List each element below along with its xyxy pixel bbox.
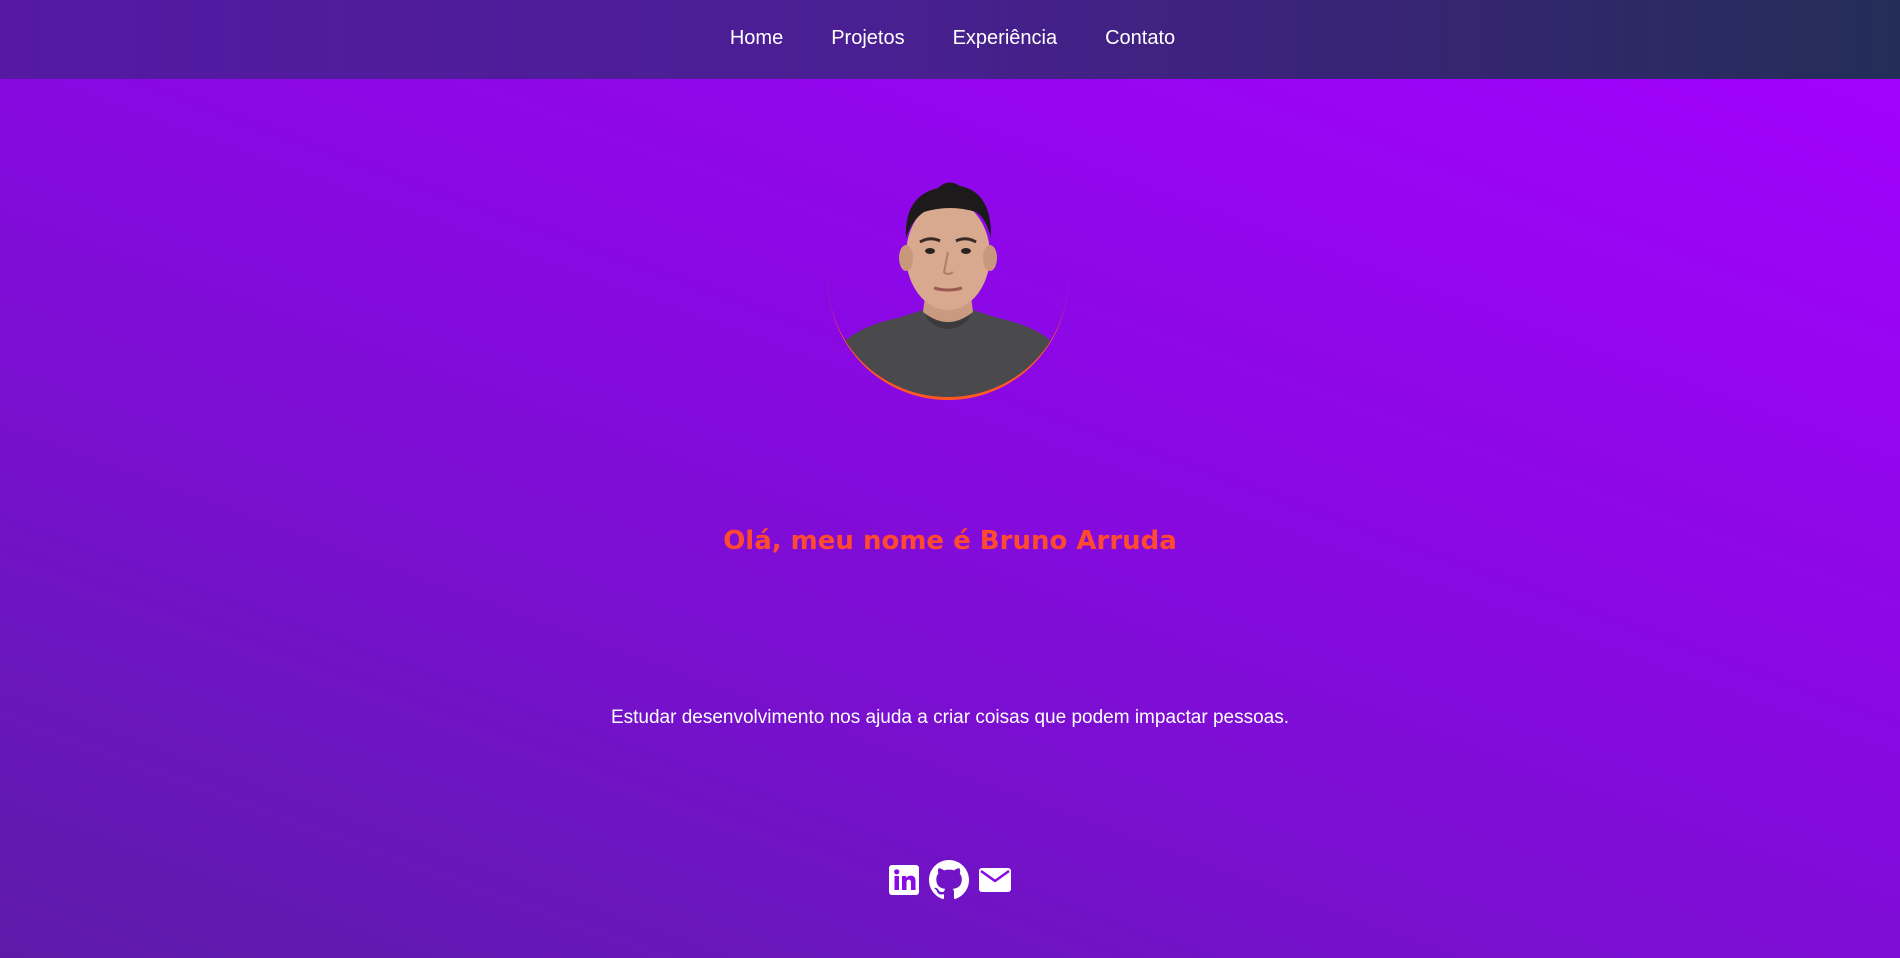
email-icon [979, 868, 1011, 892]
social-links [0, 860, 1900, 900]
github-link[interactable] [929, 860, 969, 900]
linkedin-link[interactable] [887, 863, 921, 897]
profile-photo [828, 182, 1068, 397]
main-nav: Home Projetos Experiência Contato [730, 27, 1175, 50]
linkedin-icon [889, 865, 919, 895]
email-link[interactable] [977, 862, 1013, 898]
nav-contato-link[interactable]: Contato [1105, 27, 1175, 50]
top-navbar: Home Projetos Experiência Contato [0, 0, 1900, 79]
nav-home-link[interactable]: Home [730, 27, 783, 50]
hero-title: Olá, meu nome é Bruno Arruda [723, 526, 1177, 556]
github-icon [929, 860, 969, 900]
profile-avatar [828, 160, 1068, 400]
nav-experiencia-link[interactable]: Experiência [953, 27, 1058, 50]
hero-subtitle: Estudar desenvolvimento nos ajuda a cria… [610, 707, 1290, 728]
nav-projetos-link[interactable]: Projetos [831, 27, 904, 50]
